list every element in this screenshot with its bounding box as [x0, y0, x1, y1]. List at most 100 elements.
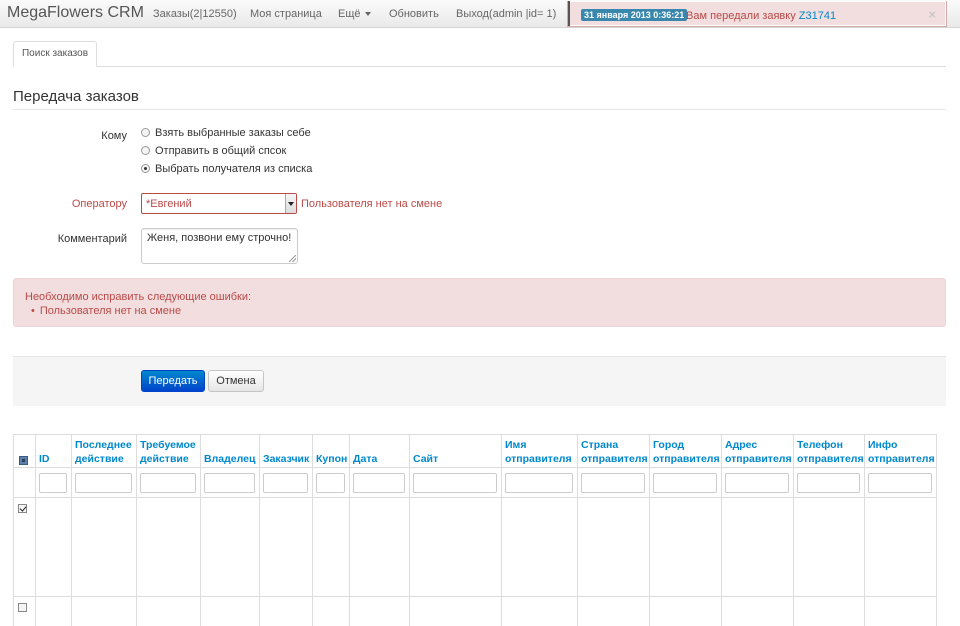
caret-down-icon — [364, 12, 371, 17]
column-header-line2: отправителя — [868, 453, 935, 465]
resize-grip-icon[interactable] — [289, 255, 296, 262]
col-divider — [35, 434, 36, 626]
col-divider — [71, 434, 72, 626]
navbar: MegaFlowers CRM Заказы(2|12550) Моя стра… — [0, 0, 960, 28]
column-header-line2: отправителя — [653, 453, 720, 465]
close-icon[interactable]: × — [928, 7, 936, 22]
column-header-date[interactable]: Дата — [353, 452, 377, 466]
column-header-customer[interactable]: Заказчик — [263, 452, 309, 466]
alert-item: Пользователя нет на смене — [31, 305, 181, 317]
column-header-line2: действие — [75, 453, 124, 465]
comment-label: Комментарий — [57, 233, 127, 245]
column-header-line2: отправителя — [797, 453, 864, 465]
nav-orders[interactable]: Заказы(2|12550) — [153, 8, 237, 20]
col-divider — [864, 434, 865, 626]
operator-select[interactable]: *Евгений — [141, 193, 297, 214]
select-all-checkbox[interactable] — [19, 456, 28, 465]
radio-send-common[interactable]: Отправить в общий спсок — [141, 145, 286, 157]
notification-message: Вам передали заявку — [686, 10, 796, 22]
column-header-sender-phone[interactable]: Телефон отправителя — [797, 438, 864, 466]
column-header-id[interactable]: ID — [39, 452, 50, 466]
column-header-line1: Требуемое — [140, 439, 196, 451]
radio-circle[interactable] — [141, 146, 150, 155]
column-header-sender-info[interactable]: Инфо отправителя — [868, 438, 935, 466]
notification-body: 31 января 2013 0:36:21 Вам передали заяв… — [568, 1, 946, 26]
nav-logout[interactable]: Выход(admin |id= 1) — [456, 8, 556, 20]
radio-circle[interactable] — [141, 164, 150, 173]
operator-error-text: Пользователя нет на смене — [301, 198, 443, 210]
column-header-line1: Заказчик — [263, 453, 310, 465]
radio-take-self[interactable]: Взять выбранные заказы себе — [141, 127, 311, 139]
nav-my-page[interactable]: Моя страница — [250, 8, 322, 20]
filter-sender-name-input[interactable] — [505, 473, 573, 493]
row-select-checkbox[interactable] — [18, 504, 27, 513]
col-divider — [349, 434, 350, 626]
notification-text: Вам передали заявку Z31741 — [686, 10, 836, 22]
comment-textarea[interactable] — [141, 228, 298, 264]
brand-logo[interactable]: MegaFlowers CRM — [7, 4, 144, 22]
title-divider — [13, 109, 946, 110]
column-header-line2: отправителя — [725, 453, 792, 465]
column-header-coupon[interactable]: Купон — [316, 452, 347, 466]
column-header-required-action[interactable]: Требуемое действие — [140, 438, 196, 466]
filter-sender-phone-input[interactable] — [797, 473, 860, 493]
column-header-sender-address[interactable]: Адрес отправителя — [725, 438, 792, 466]
row-divider — [13, 596, 937, 597]
column-header-owner[interactable]: Владелец — [204, 452, 255, 466]
submit-button[interactable]: Передать — [141, 370, 205, 392]
column-header-line1: Телефон — [797, 439, 843, 451]
col-divider — [312, 434, 313, 626]
nav-refresh[interactable]: Обновить — [389, 8, 439, 20]
alert-title: Необходимо исправить следующие ошибки: — [25, 291, 252, 303]
column-header-sender-country[interactable]: Страна отправителя — [581, 438, 648, 466]
column-header-line2: отправителя — [505, 453, 572, 465]
filter-sender-info-input[interactable] — [868, 473, 932, 493]
row-select-checkbox[interactable] — [18, 603, 27, 612]
notification: 31 января 2013 0:36:21 Вам передали заяв… — [567, 1, 947, 27]
cancel-button[interactable]: Отмена — [208, 370, 264, 392]
col-divider — [721, 434, 722, 626]
col-divider — [793, 434, 794, 626]
filter-last-action-input[interactable] — [75, 473, 132, 493]
filter-sender-address-input[interactable] — [725, 473, 789, 493]
column-header-line1: Владелец — [204, 453, 256, 465]
radio-circle[interactable] — [141, 128, 150, 137]
column-header-last-action[interactable]: Последнее действие — [75, 438, 132, 466]
column-header-line1: Купон — [316, 453, 348, 465]
column-header-site[interactable]: Сайт — [413, 452, 438, 466]
operator-label: Оператору — [71, 198, 127, 210]
filter-required-action-input[interactable] — [140, 473, 196, 493]
column-header-line1: Сайт — [413, 453, 439, 465]
filter-row-divider — [13, 497, 937, 498]
tabs-divider — [13, 66, 946, 67]
nav-more-label: Ещё — [338, 8, 361, 20]
filter-date-input[interactable] — [353, 473, 405, 493]
notification-order-link[interactable]: Z31741 — [799, 10, 836, 22]
column-header-line1: Город — [653, 439, 685, 451]
radio-choose-recipient[interactable]: Выбрать получателя из списка — [141, 163, 312, 175]
column-header-line1: Инфо — [868, 439, 898, 451]
column-header-line1: Адрес — [725, 439, 758, 451]
notification-date-badge: 31 января 2013 0:36:21 — [581, 9, 688, 21]
column-header-sender-city[interactable]: Город отправителя — [653, 438, 720, 466]
filter-owner-input[interactable] — [204, 473, 255, 493]
col-divider — [501, 434, 502, 626]
filter-coupon-input[interactable] — [316, 473, 345, 493]
operator-select-value: *Евгений — [146, 198, 192, 210]
column-header-line1: ID — [39, 453, 50, 465]
filter-id-input[interactable] — [39, 473, 67, 493]
col-divider — [649, 434, 650, 626]
nav-more[interactable]: Ещё — [338, 8, 371, 20]
filter-site-input[interactable] — [413, 473, 497, 493]
filter-sender-city-input[interactable] — [653, 473, 717, 493]
filter-sender-country-input[interactable] — [581, 473, 645, 493]
col-divider — [136, 434, 137, 626]
tab-order-search[interactable]: Поиск заказов — [13, 41, 97, 67]
column-header-line2: действие — [140, 453, 189, 465]
column-header-sender-name[interactable]: Имя отправителя — [505, 438, 572, 466]
column-header-line2: отправителя — [581, 453, 648, 465]
filter-customer-input[interactable] — [263, 473, 308, 493]
error-alert: Необходимо исправить следующие ошибки: П… — [13, 278, 946, 327]
chevron-down-icon[interactable] — [285, 194, 296, 213]
radio-label: Взять выбранные заказы себе — [155, 127, 311, 139]
